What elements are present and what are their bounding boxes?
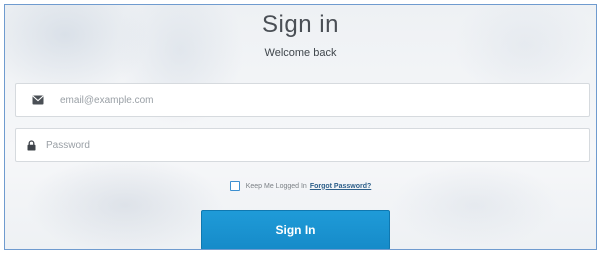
sign-in-button[interactable]: Sign In	[201, 210, 390, 249]
forgot-password-link[interactable]: Forgot Password?	[310, 183, 371, 190]
remember-label[interactable]: Keep Me Logged In	[246, 183, 307, 190]
password-input[interactable]	[46, 129, 589, 161]
page-subtitle: Welcome back	[264, 47, 337, 59]
envelope-icon	[16, 84, 60, 116]
remember-checkbox[interactable]	[229, 181, 240, 191]
page-title: Sign in	[262, 11, 339, 38]
login-panel: Sign in Welcome back Keep Me Logged In F…	[4, 4, 597, 250]
email-field[interactable]	[15, 83, 590, 117]
email-input[interactable]	[60, 84, 589, 116]
remember-row: Keep Me Logged In Forgot Password?	[5, 181, 596, 191]
lock-icon	[16, 129, 46, 161]
password-field[interactable]	[15, 128, 590, 162]
